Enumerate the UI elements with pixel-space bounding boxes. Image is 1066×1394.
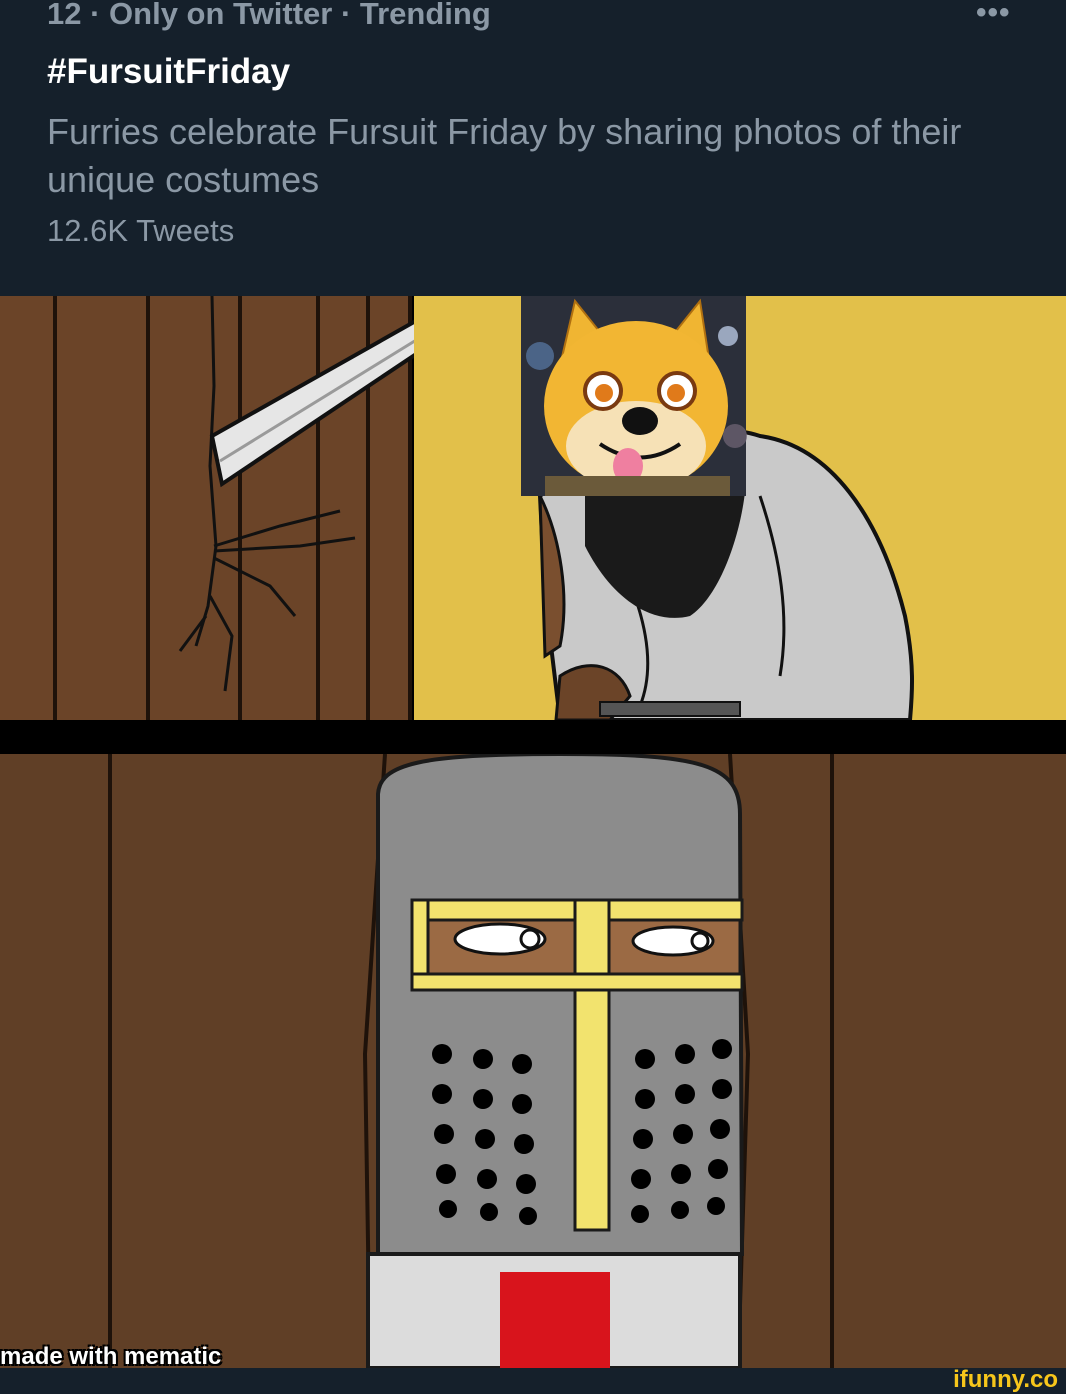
meme-image <box>0 296 1066 1393</box>
more-dots-icon[interactable]: ••• <box>976 0 1020 28</box>
trend-meta: 12 · Only on Twitter · Trending <box>47 0 491 31</box>
mematic-watermark: made with mematic <box>0 1343 222 1370</box>
ifunny-watermark: ifunny.co <box>953 1366 1058 1393</box>
trend-card[interactable]: 12 · Only on Twitter · Trending ••• #Fur… <box>0 0 1066 296</box>
bottom-strip <box>0 1368 1066 1393</box>
crusader-illustration <box>0 754 1066 1368</box>
meme-top-panel <box>0 296 1066 720</box>
meme-bottom-panel <box>0 754 1066 1368</box>
trend-description: Furries celebrate Fursuit Friday by shar… <box>47 111 962 200</box>
door-scene-illustration <box>0 296 1066 720</box>
trend-hashtag[interactable]: #FursuitFriday <box>47 52 290 92</box>
tweet-count: 12.6K Tweets <box>47 213 235 248</box>
